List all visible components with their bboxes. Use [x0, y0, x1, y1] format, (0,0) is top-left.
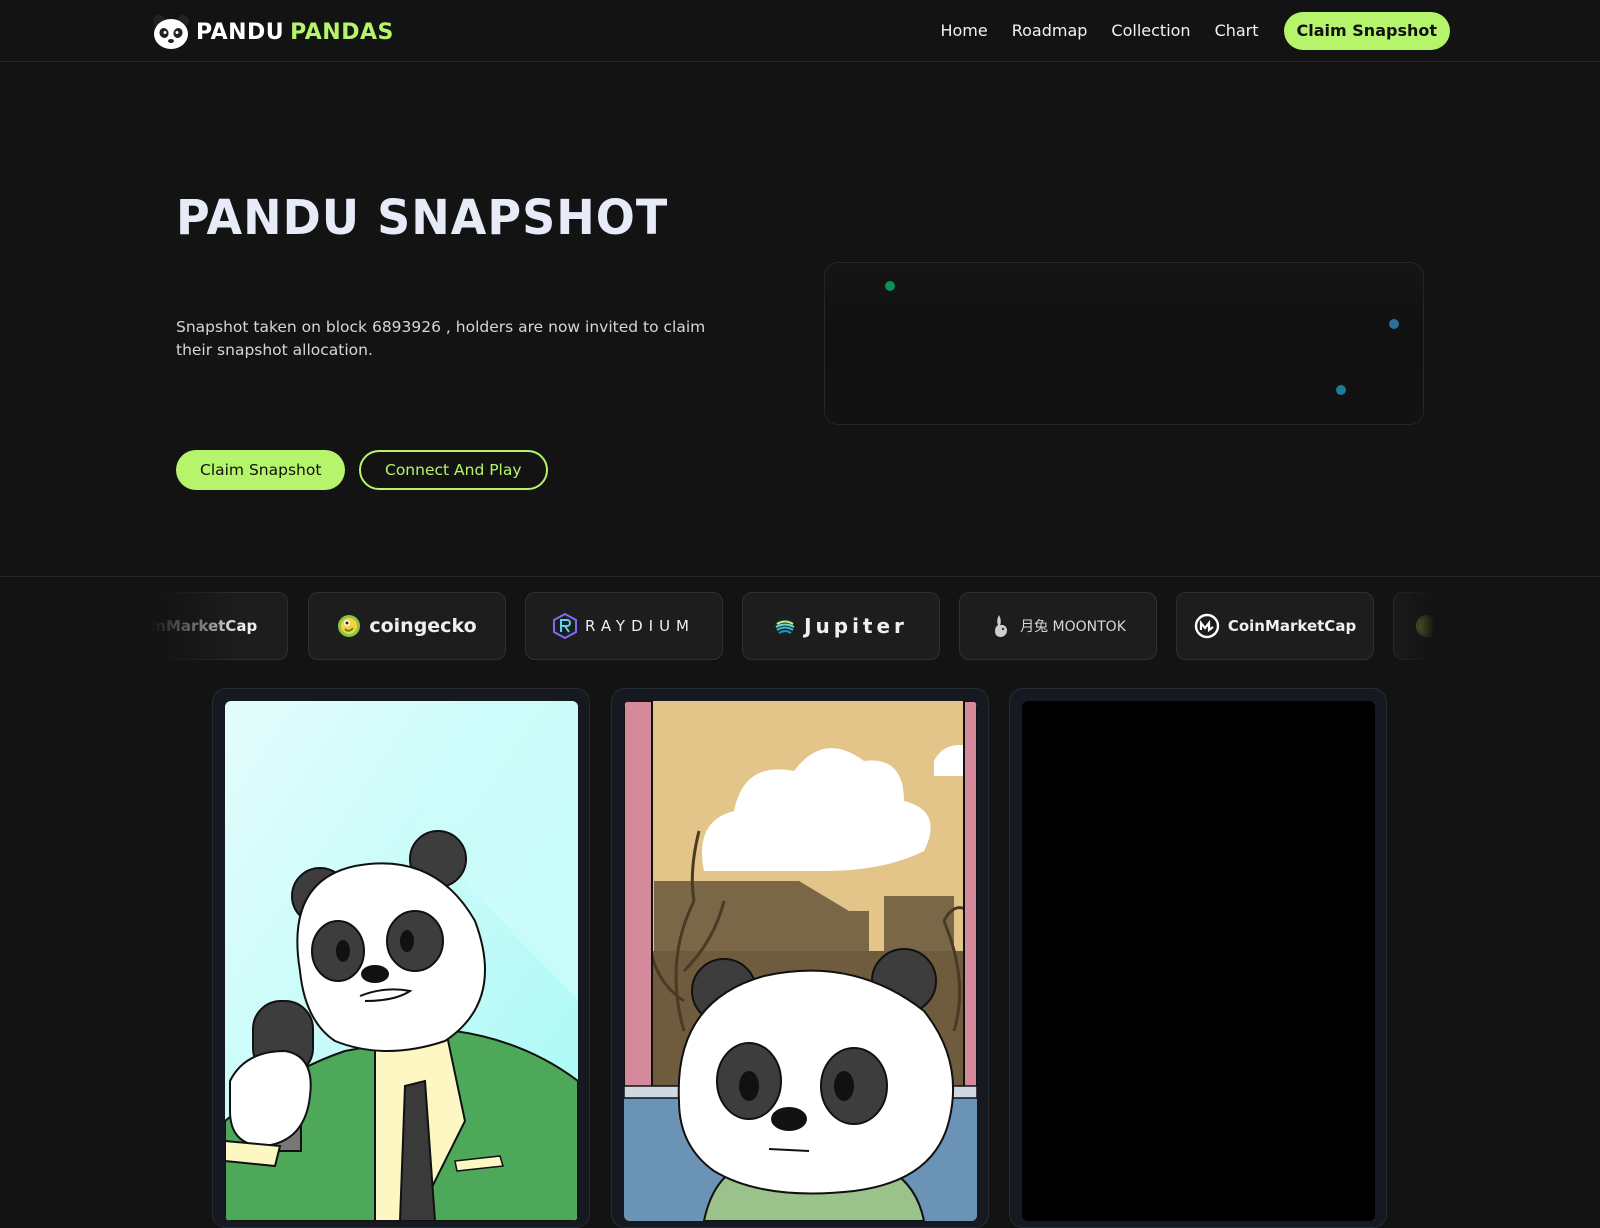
jupiter-icon [775, 616, 796, 636]
logo-wordmark: PANDU PANDAS [196, 20, 394, 45]
coingecko-icon [338, 615, 361, 637]
nft-card-2[interactable] [611, 688, 989, 1228]
nav-links: Home Roadmap Collection Chart Claim Snap… [916, 12, 1450, 50]
partner-card-coinmarketcap[interactable]: CoinMarketCap [150, 592, 288, 660]
logo-word-pandu: PANDU [196, 19, 285, 45]
panda-at-window-illustration [624, 701, 977, 1221]
partner-name: CoinMarketCap [1227, 617, 1357, 635]
moontok-rabbit-icon [995, 615, 1008, 637]
partner-name: coingecko [369, 615, 477, 637]
coinmarketcap-icon [1194, 613, 1220, 639]
site-logo[interactable]: PANDU PANDAS [152, 14, 394, 50]
raydium-icon [553, 613, 578, 639]
panda-logo-icon [153, 15, 189, 49]
particle-dot [1389, 319, 1399, 329]
partners-carousel: CoinMarketCap coingecko RAYDIUM Jupiter [150, 592, 1448, 662]
claim-snapshot-button[interactable]: Claim Snapshot [176, 450, 346, 490]
nav-link-home[interactable]: Home [940, 12, 987, 50]
partner-card-moontok[interactable]: 月兔 MOONTOK [959, 592, 1157, 660]
nft-image-panda-at-window [624, 701, 977, 1221]
section-divider [0, 576, 1600, 577]
partner-card-coinmarketcap[interactable]: CoinMarketCap [1176, 592, 1374, 660]
nft-image-blank [1022, 701, 1375, 1221]
partner-name: 月兔 MOONTOK [1020, 619, 1126, 635]
partner-card-raydium[interactable]: RAYDIUM [525, 592, 723, 660]
partner-name: RAYDIUM [585, 617, 695, 635]
connect-and-play-button[interactable]: Connect And Play [359, 450, 548, 490]
nav-claim-snapshot-button[interactable]: Claim Snapshot [1283, 12, 1450, 50]
partner-name: Jupiter [804, 614, 908, 638]
particle-dot [1336, 385, 1346, 395]
nft-card-1[interactable] [212, 688, 590, 1228]
coingecko-icon [1416, 615, 1438, 637]
nav-link-collection[interactable]: Collection [1111, 12, 1190, 50]
nft-image-panda-with-microphone [225, 701, 578, 1221]
hero-animation-panel [824, 262, 1424, 425]
partner-card-jupiter[interactable]: Jupiter [742, 592, 940, 660]
particle-dot [885, 281, 895, 291]
hero-title: PANDU SNAPSHOT [176, 188, 669, 246]
nft-card-3[interactable] [1009, 688, 1387, 1228]
partner-card-coingecko[interactable]: coingecko [308, 592, 506, 660]
partner-name: CoinMarketCap [150, 617, 258, 635]
panda-with-microphone-illustration [225, 701, 578, 1221]
hero-description: Snapshot taken on block 6893926 , holder… [176, 318, 706, 359]
nav-link-roadmap[interactable]: Roadmap [1012, 12, 1088, 50]
top-navbar: PANDU PANDAS Home Roadmap Collection Char… [0, 0, 1600, 62]
logo-word-pandas: PANDAS [290, 19, 394, 45]
nav-link-chart[interactable]: Chart [1215, 12, 1259, 50]
partner-card-coingecko[interactable] [1393, 592, 1448, 660]
